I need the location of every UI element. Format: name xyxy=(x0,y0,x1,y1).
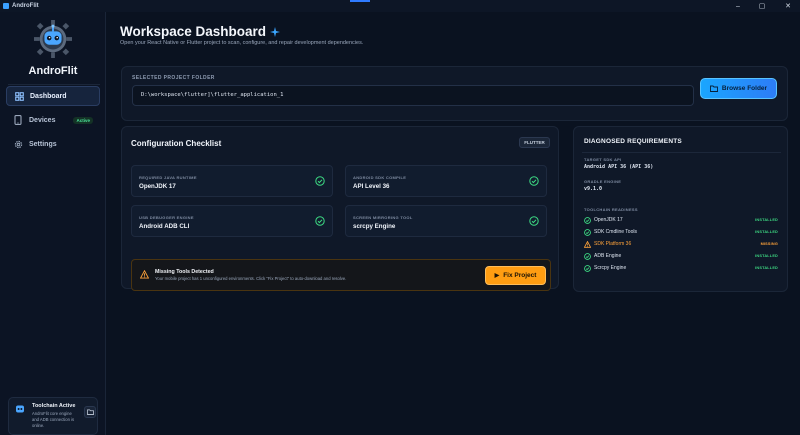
check-item-label: REQUIRED JAVA RUNTIME xyxy=(139,175,197,180)
toolchain-title: Toolchain Active xyxy=(32,403,76,409)
diagnosed-title: DIAGNOSED REQUIREMENTS xyxy=(584,138,682,145)
sidebar-item-dashboard[interactable]: Dashboard xyxy=(6,86,100,106)
readiness-label: TOOLCHAIN READINESS xyxy=(584,207,638,212)
check-circle-icon xyxy=(315,176,325,186)
check-circle-icon xyxy=(529,176,539,186)
tool-status: INSTALLED xyxy=(755,254,778,258)
folder-icon xyxy=(86,409,94,415)
fix-project-button[interactable]: ▶ Fix Project xyxy=(485,266,546,285)
toolchain-row: SDK Platform 36 MISSING xyxy=(584,239,778,249)
sidebar-item-label: Settings xyxy=(29,140,57,148)
check-item-label: SCREEN MIRRORING TOOL xyxy=(353,215,413,220)
maximize-button[interactable]: ▢ xyxy=(750,0,774,12)
sparkle-icon xyxy=(269,27,280,38)
check-item-value: Android ADB CLI xyxy=(139,223,190,230)
target-sdk-value: Android API 36 (API 36) xyxy=(584,164,654,170)
folder-path-field[interactable]: D:\workspace\flutter]\flutter_applicatio… xyxy=(132,85,694,106)
sidebar-item-devices[interactable]: Devices Active xyxy=(6,110,100,130)
check-circle-icon xyxy=(315,216,325,226)
check-item-label: USB DEBUGGER ENGINE xyxy=(139,215,194,220)
check-item-scrcpy: SCREEN MIRRORING TOOL scrcpy Engine xyxy=(345,205,547,237)
folder-label: SELECTED PROJECT FOLDER xyxy=(132,75,215,81)
brand-name: AndroFlit xyxy=(28,65,78,77)
target-sdk-label: TARGET SDK API xyxy=(584,157,622,162)
gradle-label: GRADLE ENGINE xyxy=(584,179,622,184)
minimize-button[interactable]: – xyxy=(726,0,750,12)
tool-status: INSTALLED xyxy=(755,230,778,234)
diagnosed-requirements-card: DIAGNOSED REQUIREMENTS TARGET SDK API An… xyxy=(573,126,788,292)
browse-folder-button[interactable]: Browse Folder xyxy=(700,78,777,99)
toolchain-row: OpenJDK 17 INSTALLED xyxy=(584,215,778,225)
play-icon: ▶ xyxy=(494,273,500,279)
tool-status: INSTALLED xyxy=(755,266,778,270)
toolchain-row: SDK Cmdline Tools INSTALLED xyxy=(584,227,778,237)
warning-icon xyxy=(140,270,149,279)
title-bar: AndroFlit – ▢ ✕ xyxy=(0,0,800,12)
check-item-value: OpenJDK 17 xyxy=(139,183,176,190)
sidebar-item-settings[interactable]: Settings xyxy=(6,134,100,154)
folder-icon xyxy=(709,85,718,92)
dashboard-icon xyxy=(14,91,24,101)
check-circle-icon xyxy=(584,264,591,272)
check-item-label: ANDROID SDK COMPILE xyxy=(353,175,407,180)
missing-tools-alert: Missing Tools Detected Your mobile proje… xyxy=(131,259,551,291)
title-accent xyxy=(350,0,370,2)
toolchain-description: AndroFlit core engine and ADB connection… xyxy=(32,411,75,428)
framework-badge: FLUTTER xyxy=(519,137,550,148)
robot-logo-icon xyxy=(34,20,72,58)
project-folder-card: SELECTED PROJECT FOLDER D:\workspace\flu… xyxy=(121,66,788,121)
fix-project-label: Fix Project xyxy=(503,272,537,279)
check-item-value: scrcpy Engine xyxy=(353,223,396,230)
configuration-checklist-card: Configuration Checklist FLUTTER REQUIRED… xyxy=(121,126,559,291)
tool-name: OpenJDK 17 xyxy=(594,217,623,223)
toolchain-status-card: Toolchain Active AndroFlit core engine a… xyxy=(8,397,98,435)
toolchain-row: ADB Engine INSTALLED xyxy=(584,251,778,261)
tool-status: INSTALLED xyxy=(755,218,778,222)
main-content: Workspace Dashboard Open your React Nati… xyxy=(107,12,800,435)
check-circle-icon xyxy=(584,216,591,224)
gear-icon xyxy=(13,139,23,149)
status-badge: Active xyxy=(73,116,93,124)
gradle-value: v9.1.0 xyxy=(584,186,603,192)
check-item-sdk: ANDROID SDK COMPILE API Level 36 xyxy=(345,165,547,197)
check-item-java: REQUIRED JAVA RUNTIME OpenJDK 17 xyxy=(131,165,333,197)
page-title-text: Workspace Dashboard xyxy=(120,24,267,39)
tool-name: ADB Engine xyxy=(594,253,622,259)
open-folder-button[interactable] xyxy=(84,406,96,418)
tool-status: MISSING xyxy=(760,242,778,246)
devices-icon xyxy=(13,115,23,125)
check-circle-icon xyxy=(584,252,591,260)
tool-name: SDK Platform 36 xyxy=(594,241,632,247)
check-item-adb: USB DEBUGGER ENGINE Android ADB CLI xyxy=(131,205,333,237)
alert-title: Missing Tools Detected xyxy=(155,269,214,275)
check-circle-icon xyxy=(584,228,591,236)
divider xyxy=(582,152,781,153)
sidebar-divider xyxy=(8,84,100,85)
robot-avatar-icon xyxy=(16,405,24,413)
check-item-value: API Level 36 xyxy=(353,183,390,190)
toolchain-row: Scrcpy Engine INSTALLED xyxy=(584,263,778,273)
tool-name: Scrcpy Engine xyxy=(594,265,627,271)
sidebar-item-label: Devices xyxy=(29,116,56,124)
close-button[interactable]: ✕ xyxy=(776,0,800,12)
sidebar-item-label: Dashboard xyxy=(30,92,67,100)
page-title: Workspace Dashboard xyxy=(120,24,280,39)
browse-folder-label: Browse Folder xyxy=(721,85,768,92)
page-subtitle: Open your React Native or Flutter projec… xyxy=(120,40,364,46)
warning-icon xyxy=(584,240,591,248)
window-title: AndroFlit xyxy=(12,3,39,9)
checklist-title: Configuration Checklist xyxy=(131,139,222,148)
sidebar: AndroFlit Dashboard Devices Active Setti… xyxy=(0,12,106,435)
app-icon xyxy=(3,3,9,9)
tool-name: SDK Cmdline Tools xyxy=(594,229,637,235)
check-circle-icon xyxy=(529,216,539,226)
alert-description: Your mobile project has 1 unconfigured e… xyxy=(155,276,347,281)
